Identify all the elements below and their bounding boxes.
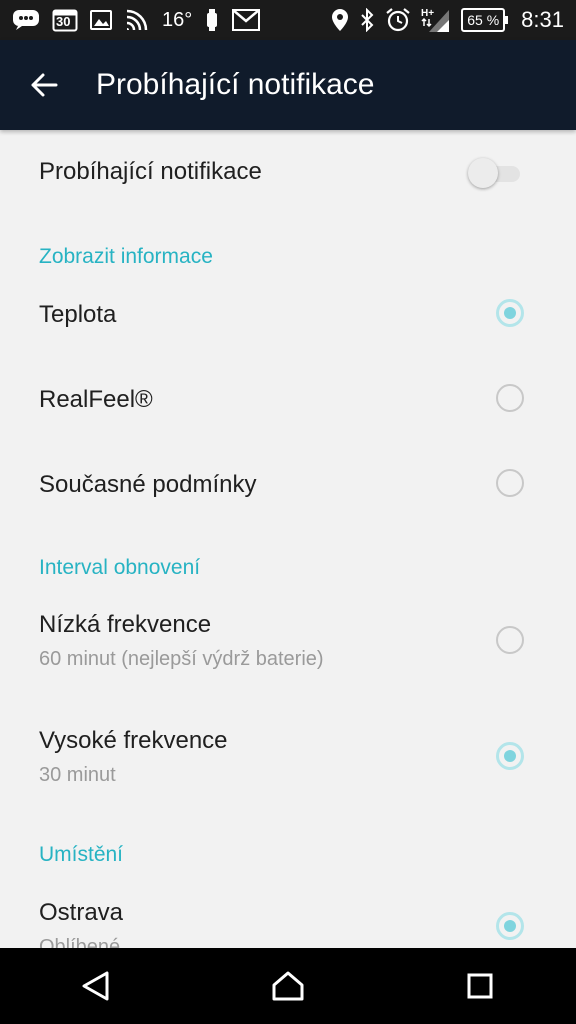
wear-icon [204,8,220,32]
option-label: Ostrava [39,899,124,926]
nav-back-button[interactable] [56,956,136,1016]
back-button[interactable] [12,53,76,117]
option-sublabel: 30 minut [39,764,116,786]
option-label: Současné podmínky [39,471,257,498]
alarm-icon [385,7,411,33]
app-bar: Probíhající notifikace [0,40,576,130]
recents-icon [467,973,493,999]
option-label: Vysoké frekvence [39,727,228,754]
option-vysoke-frekvence[interactable]: Vysoké frekvence 30 minut [0,702,576,810]
navigation-bar [0,948,576,1024]
radio-soucasne-podminky[interactable] [496,469,524,497]
gmail-icon [232,9,261,31]
status-bar: 30 16° H+ 65 % 8:31 [0,0,576,40]
page-title: Probíhající notifikace [96,68,375,101]
temperature: 16° [162,8,193,31]
radio-teplota[interactable] [496,299,524,327]
image-icon [90,10,112,30]
section-header-display: Zobrazit informace [39,245,213,268]
nav-recents-button[interactable] [440,956,520,1016]
section-header-location: Umístění [39,843,124,866]
svg-text:H+: H+ [421,8,434,19]
option-sublabel: 60 minut (nejlepší výdrž baterie) [39,648,324,670]
back-triangle-icon [82,971,109,1001]
section-header-refresh: Interval obnovení [39,556,201,579]
arrow-back-icon [31,73,58,97]
option-teplota[interactable]: Teplota [0,273,576,357]
switch-thumb [468,158,498,188]
network-icon: H+ [421,6,451,34]
location-icon [331,8,349,32]
clock: 8:31 [521,7,564,32]
option-label: Teplota [39,301,117,328]
settings-list[interactable]: Probíhající notifikace Zobrazit informac… [0,130,576,948]
calendar-icon: 30 [52,8,78,32]
radio-nizka-frekvence[interactable] [496,626,524,654]
battery-level: 65 % [467,12,500,28]
main-toggle-label: Probíhající notifikace [39,158,262,185]
option-soucasne-podminky[interactable]: Současné podmínky [0,443,576,527]
main-toggle-row[interactable]: Probíhající notifikace [0,130,576,218]
option-label: RealFeel® [39,386,153,413]
option-nizka-frekvence[interactable]: Nízká frekvence 60 minut (nejlepší výdrž… [0,586,576,694]
home-icon [272,971,304,1001]
nav-home-button[interactable] [248,956,328,1016]
chat-icon [12,9,40,31]
option-label: Nízká frekvence [39,611,212,638]
ongoing-notification-switch[interactable] [466,156,526,190]
radio-ostrava[interactable] [496,912,524,940]
bluetooth-icon [359,8,375,32]
option-sublabel: Oblíbené [39,936,121,948]
battery-icon: 65 % [461,8,509,32]
option-ostrava[interactable]: Ostrava Oblíbené [0,874,576,948]
radio-realfeel[interactable] [496,384,524,412]
calendar-day: 30 [56,14,71,29]
option-realfeel[interactable]: RealFeel® [0,358,576,442]
signal-icon [124,7,150,33]
radio-vysoke-frekvence[interactable] [496,742,524,770]
